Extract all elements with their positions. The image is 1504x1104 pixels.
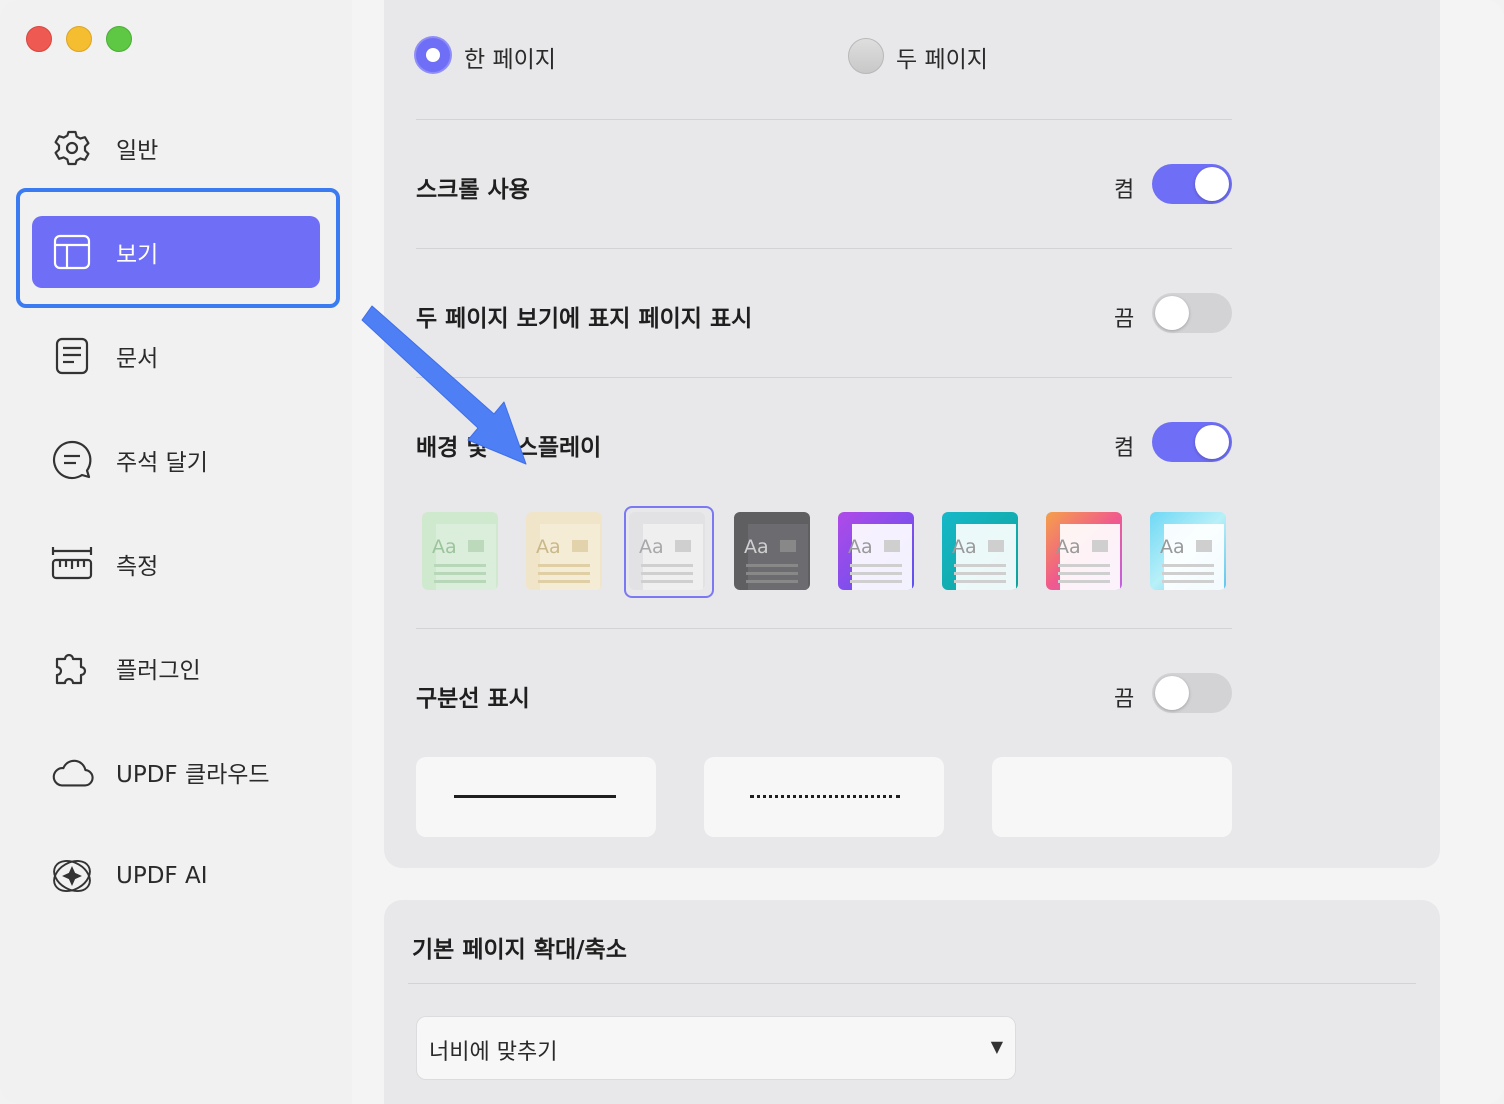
- cover-page-toggle[interactable]: [1152, 293, 1232, 333]
- document-icon: [50, 334, 94, 378]
- sidebar-item-general[interactable]: 일반: [32, 112, 320, 184]
- ruler-icon: [50, 542, 94, 586]
- theme-sample-text: Aa: [536, 536, 561, 558]
- scroll-toggle[interactable]: [1152, 164, 1232, 204]
- theme-dark[interactable]: Aa: [734, 512, 810, 590]
- ai-icon: [50, 854, 94, 898]
- line-style-dash-dot[interactable]: [992, 757, 1232, 837]
- puzzle-icon: [50, 646, 94, 690]
- sidebar-item-label: 문서: [116, 346, 159, 372]
- theme-beige[interactable]: Aa: [526, 512, 602, 590]
- caret-down-icon: ▼: [990, 1037, 1003, 1056]
- theme-sample-text: Aa: [952, 536, 977, 558]
- background-display-label: 배경 및 디스플레이: [416, 435, 602, 461]
- focus-highlight: [16, 188, 340, 308]
- cloud-icon: [50, 750, 94, 794]
- divider: [408, 983, 1416, 984]
- divider-line-label: 구분선 표시: [416, 686, 530, 712]
- theme-sample-text: Aa: [432, 536, 457, 558]
- two-page-radio[interactable]: [848, 38, 884, 74]
- sidebar-item-label: 측정: [116, 554, 159, 580]
- theme-green[interactable]: Aa: [422, 512, 498, 590]
- sidebar-item-label: UPDF AI: [116, 863, 208, 889]
- sidebar-item-label: 주석 달기: [116, 450, 208, 476]
- divider: [416, 628, 1232, 629]
- selected-theme-outline: [624, 506, 714, 598]
- single-page-radio[interactable]: [416, 38, 450, 72]
- background-display-toggle[interactable]: [1152, 422, 1232, 462]
- divider: [416, 377, 1232, 378]
- close-window-button[interactable]: [26, 26, 52, 52]
- minimize-window-button[interactable]: [66, 26, 92, 52]
- sidebar-item-annotate[interactable]: 주석 달기: [32, 424, 320, 496]
- theme-sample-text: Aa: [744, 536, 769, 558]
- divider: [416, 248, 1232, 249]
- two-page-label: 두 페이지: [896, 47, 988, 73]
- gear-icon: [50, 126, 94, 170]
- divider: [416, 119, 1232, 120]
- theme-teal[interactable]: Aa: [942, 512, 1018, 590]
- divider-line-toggle[interactable]: [1152, 673, 1232, 713]
- scroll-label: 스크롤 사용: [416, 177, 530, 203]
- line-style-dotted[interactable]: [704, 757, 944, 837]
- cover-page-state: 끔: [1114, 307, 1135, 332]
- theme-sunset[interactable]: Aa: [1046, 512, 1122, 590]
- zoom-select[interactable]: 너비에 맞추기 ▼: [416, 1016, 1016, 1080]
- line-style-solid[interactable]: [416, 757, 656, 837]
- sidebar-item-plugins[interactable]: 플러그인: [32, 632, 320, 704]
- theme-sky[interactable]: Aa: [1150, 512, 1226, 590]
- sidebar-item-label: 플러그인: [116, 658, 201, 684]
- preferences-window: 일반 보기 문서 주석 달기 측정 플러그인 UPDF 클라우드 UPDF AI…: [0, 0, 1504, 1104]
- theme-sample-text: Aa: [1160, 536, 1185, 558]
- scroll-state: 켬: [1114, 178, 1135, 203]
- zoom-window-button[interactable]: [106, 26, 132, 52]
- sidebar-item-cloud[interactable]: UPDF 클라우드: [32, 736, 320, 808]
- sidebar-item-document[interactable]: 문서: [32, 320, 320, 392]
- sidebar: 일반 보기 문서 주석 달기 측정 플러그인 UPDF 클라우드 UPDF AI: [0, 0, 352, 1104]
- sidebar-item-ai[interactable]: UPDF AI: [32, 840, 320, 912]
- sidebar-item-measure[interactable]: 측정: [32, 528, 320, 600]
- theme-sample-text: Aa: [848, 536, 873, 558]
- comment-icon: [50, 438, 94, 482]
- divider-line-state: 끔: [1114, 687, 1135, 712]
- sidebar-item-label: 일반: [116, 138, 159, 164]
- zoom-section-title: 기본 페이지 확대/축소: [412, 937, 627, 963]
- sidebar-item-label: UPDF 클라우드: [116, 762, 270, 788]
- single-page-label: 한 페이지: [464, 47, 556, 73]
- cover-page-label: 두 페이지 보기에 표지 페이지 표시: [416, 306, 753, 332]
- theme-sample-text: Aa: [1056, 536, 1081, 558]
- theme-purple[interactable]: Aa: [838, 512, 914, 590]
- background-display-state: 켬: [1114, 436, 1135, 461]
- zoom-select-value: 너비에 맞추기: [429, 1040, 558, 1065]
